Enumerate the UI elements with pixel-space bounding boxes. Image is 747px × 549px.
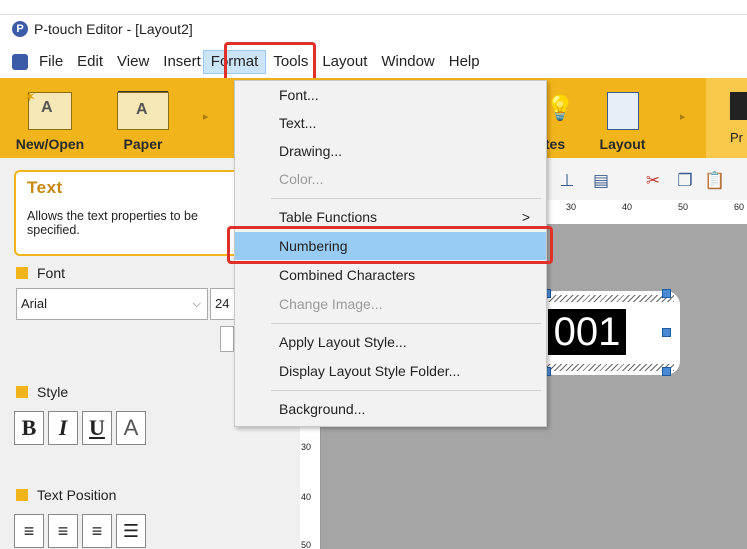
layout-label: Layout — [599, 136, 646, 152]
ruler-label-50: 50 — [678, 202, 689, 212]
menu-item-change-image: Change Image... — [279, 296, 383, 312]
menu-file[interactable]: File — [32, 50, 70, 74]
numbering-highlight — [227, 226, 553, 264]
templates-label: tes — [544, 136, 566, 152]
text-position-buttons: ≡ ≡ ≡ ☰ — [14, 514, 150, 548]
new-open-button[interactable]: ✶ A New/Open — [10, 78, 90, 158]
font-select[interactable]: Arial ⌵ — [16, 288, 208, 320]
copy-icon[interactable]: ❐ — [674, 170, 696, 192]
resize-handle[interactable] — [662, 289, 671, 298]
paper-icon: A — [117, 91, 169, 130]
layout-button[interactable]: Layout — [590, 78, 655, 158]
resize-handle[interactable] — [662, 367, 671, 376]
resize-handle[interactable] — [662, 328, 671, 337]
style-buttons: B I U A — [14, 411, 150, 445]
ruler-label-60: 60 — [734, 202, 745, 212]
vruler-label-50: 50 — [301, 540, 312, 549]
text-position-header-label: Text Position — [37, 487, 117, 503]
ribbon-expand-arrow-2[interactable]: ▸ — [680, 110, 686, 123]
arrange-icon[interactable]: ▤ — [590, 170, 612, 192]
text-position-section-header: Text Position — [16, 487, 116, 503]
numbering-text-object[interactable]: 001 — [548, 309, 626, 355]
menu-item-drawing[interactable]: Drawing... — [235, 137, 546, 165]
paper-label: Paper — [123, 136, 163, 152]
title-bar: P P-touch Editor - [Layout2] — [0, 14, 747, 43]
print-icon — [730, 92, 747, 120]
text-effect-button[interactable]: A — [116, 411, 146, 445]
section-marker — [16, 267, 28, 279]
ribbon-expand-arrow-1[interactable]: ▸ — [203, 110, 209, 123]
ruler-label-30: 30 — [566, 202, 577, 212]
menu-separator — [271, 198, 541, 199]
ruler-label-40: 40 — [622, 202, 633, 212]
align-right-icon[interactable]: ≡ — [82, 514, 112, 548]
cut-icon[interactable]: ✂ — [642, 170, 664, 192]
menu-insert[interactable]: Insert — [156, 50, 203, 74]
menu-item-text[interactable]: Text... — [235, 109, 546, 137]
label-tape[interactable]: 001 — [540, 289, 680, 376]
properties-title: Text — [27, 178, 63, 197]
properties-description: Allows the text properties to be specifi… — [27, 209, 198, 237]
layout-icon — [606, 92, 639, 130]
menu-item-background[interactable]: Background... — [235, 395, 546, 423]
menu-layout[interactable]: Layout — [315, 50, 374, 74]
align-center-icon[interactable]: ≡ — [48, 514, 78, 548]
vruler-label-40: 40 — [301, 492, 312, 502]
new-open-label: New/Open — [15, 136, 85, 152]
menu-view[interactable]: View — [110, 50, 156, 74]
window-title: P-touch Editor - [Layout2] — [34, 21, 193, 37]
italic-button[interactable]: I — [48, 411, 78, 445]
paper-button[interactable]: A Paper — [108, 78, 178, 158]
chevron-down-icon: ⌵ — [192, 298, 201, 310]
font-select-value: Arial — [21, 296, 48, 311]
menu-item-apply-layout-style[interactable]: Apply Layout Style... — [235, 328, 546, 356]
font-header-label: Font — [37, 265, 66, 281]
caption-strip — [0, 0, 747, 6]
bold-button[interactable]: B — [14, 411, 44, 445]
paste-icon[interactable]: 📋 — [704, 170, 726, 192]
menu-help[interactable]: Help — [442, 50, 487, 74]
menu-item-color: Color... — [279, 171, 324, 187]
app-icon: P — [12, 21, 28, 37]
new-open-icon: ✶ A — [23, 89, 72, 130]
menu-item-combined-characters[interactable]: Combined Characters — [235, 261, 546, 289]
label-bottom-margin — [546, 364, 674, 371]
label-top-margin — [546, 295, 674, 302]
system-menu-icon[interactable] — [12, 54, 28, 70]
menu-window[interactable]: Window — [374, 50, 441, 74]
menu-edit[interactable]: Edit — [70, 50, 110, 74]
style-section-header: Style — [16, 384, 68, 400]
menu-item-table-functions-label: Table Functions — [279, 209, 378, 225]
templates-icon: 💡 — [545, 94, 575, 130]
align-icon[interactable]: ⊥ — [556, 170, 578, 192]
menu-item-font[interactable]: Font... — [235, 81, 546, 109]
vruler-label-30: 30 — [301, 442, 312, 452]
menu-item-display-layout-style-folder[interactable]: Display Layout Style Folder... — [235, 357, 546, 385]
section-marker — [16, 386, 28, 398]
menu-separator — [271, 390, 541, 391]
align-left-icon[interactable]: ≡ — [14, 514, 44, 548]
underline-button[interactable]: U — [82, 411, 112, 445]
print-label: Pr — [730, 130, 743, 145]
font-size-value: 24 — [215, 296, 230, 311]
menu-separator — [271, 323, 541, 324]
justify-icon[interactable]: ☰ — [116, 514, 146, 548]
menu-bar: File Edit View Insert Format Tools Layou… — [0, 46, 747, 78]
section-marker — [16, 489, 28, 501]
style-header-label: Style — [37, 384, 69, 400]
print-button[interactable]: Pr — [706, 78, 747, 158]
font-section-header: Font — [16, 265, 65, 281]
font-option-button[interactable] — [220, 326, 234, 352]
